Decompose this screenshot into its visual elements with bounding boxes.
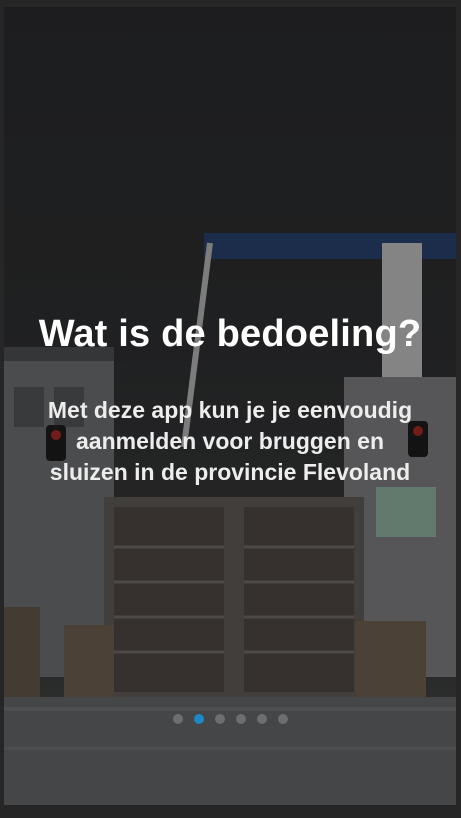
slide-description: Met deze app kun je je eenvoudig aanmeld…: [20, 395, 440, 488]
slide-description-line: Met deze app kun je je eenvoudig: [47, 397, 413, 423]
page-dot-2[interactable]: [193, 714, 204, 724]
page-dot-1[interactable]: [172, 714, 183, 724]
onboarding-screen[interactable]: Wat is de bedoeling? Met deze app kun je…: [4, 7, 456, 805]
slide-description-line: aanmelden voor bruggen en: [76, 428, 384, 454]
page-dot-4[interactable]: [235, 714, 246, 724]
page-dot-3[interactable]: [214, 714, 225, 724]
slide-description-line: sluizen in de provincie Flevoland: [49, 459, 411, 485]
device-frame: Wat is de bedoeling? Met deze app kun je…: [0, 0, 461, 818]
page-indicator: [4, 714, 456, 724]
slide-title: Wat is de bedoeling?: [38, 313, 422, 355]
page-dot-5[interactable]: [256, 714, 267, 724]
intro-slide: Wat is de bedoeling? Met deze app kun je…: [4, 7, 456, 805]
page-dot-6[interactable]: [277, 714, 288, 724]
